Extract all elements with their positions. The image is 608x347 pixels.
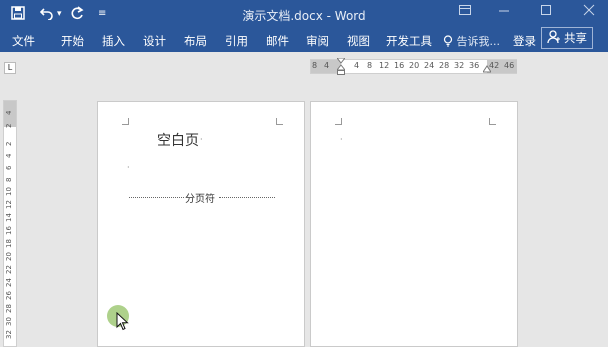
right-indent-marker-icon[interactable] [483, 65, 491, 73]
horizontal-ruler[interactable]: 8 4 4 8 12 16 20 24 28 32 36 42 46 [310, 58, 517, 76]
title-bar: ▾ ≡ 演示文档.docx - Word [0, 0, 608, 30]
lightbulb-icon [443, 35, 453, 47]
ruler-tick-label: 36 [469, 61, 480, 70]
page1-heading[interactable]: 空白页 [157, 130, 199, 150]
ribbon-tabs: 文件 开始 插入 设计 布局 引用 邮件 审阅 视图 开发工具 告诉我... 登… [0, 30, 608, 52]
ruler-tick-label: 20 [409, 61, 420, 70]
share-button[interactable]: 共享 [541, 27, 593, 49]
ruler-tick-label: 4 [354, 61, 360, 70]
ruler-tick-label: 28 [439, 61, 450, 70]
page-break-label: 分页符 [184, 190, 216, 205]
tab-mailings[interactable]: 邮件 [266, 33, 289, 49]
close-icon[interactable] [583, 4, 595, 20]
ruler-tick-label: 4 [5, 153, 13, 158]
minimize-icon[interactable] [498, 4, 510, 20]
mouse-pointer-icon [116, 312, 129, 331]
ribbon-display-options-icon[interactable] [459, 4, 471, 20]
tab-home[interactable]: 开始 [61, 33, 84, 49]
tab-developer[interactable]: 开发工具 [386, 33, 432, 49]
ruler-tick-label: 6 [5, 165, 13, 170]
ruler-tick-label: 24 [5, 278, 13, 287]
ruler-tick-label: 30 [5, 317, 13, 326]
crop-mark [276, 118, 283, 125]
vertical-ruler[interactable]: 4 2 2 4 6 8 10 12 14 16 18 20 22 24 26 2… [3, 100, 17, 347]
share-label: 共享 [564, 31, 587, 45]
ruler-tick-label: 12 [5, 200, 13, 209]
ruler-tick-label: 32 [5, 330, 13, 339]
ruler-tick-label: 32 [454, 61, 465, 70]
tell-me-label: 告诉我... [456, 35, 501, 48]
tell-me-box[interactable]: 告诉我... [443, 33, 500, 49]
crop-mark [335, 118, 342, 125]
crop-mark [122, 118, 129, 125]
ruler-tick-label: 4 [5, 110, 13, 115]
paragraph-mark: · [200, 135, 203, 144]
ruler-tick-label: 2 [5, 123, 13, 128]
window-title: 演示文档.docx - Word [242, 9, 366, 23]
ruler-tick-label: 8 [367, 61, 373, 70]
ruler-tick-label: 8 [5, 177, 13, 182]
maximize-icon[interactable] [540, 4, 552, 20]
ruler-tick-label: 2 [5, 141, 13, 146]
indent-marker-icon[interactable] [337, 58, 345, 76]
ruler-tick-label: 22 [5, 265, 13, 274]
ruler-tick-label: 16 [394, 61, 405, 70]
paragraph-mark: · [127, 163, 130, 172]
ruler-tick-label: 18 [5, 239, 13, 248]
login-link[interactable]: 登录 [513, 33, 536, 49]
ruler-tick-label: 12 [379, 61, 390, 70]
tab-references[interactable]: 引用 [225, 33, 248, 49]
ruler-tick-label: 16 [5, 226, 13, 235]
tab-stop-selector[interactable]: L [4, 62, 16, 74]
tab-review[interactable]: 审阅 [306, 33, 329, 49]
tab-design[interactable]: 设计 [143, 33, 166, 49]
ruler-tick-label: 14 [5, 213, 13, 222]
paragraph-mark: · [340, 135, 343, 144]
ruler-tick-label: 26 [5, 291, 13, 300]
tab-insert[interactable]: 插入 [102, 33, 125, 49]
person-icon [547, 28, 561, 48]
page-break[interactable]: 分页符 [129, 190, 275, 205]
tab-view[interactable]: 视图 [347, 33, 370, 49]
tab-file[interactable]: 文件 [12, 33, 35, 49]
ruler-tick-label: 4 [324, 61, 330, 70]
page-break-line [219, 197, 275, 198]
ruler-tick-label: 10 [5, 187, 13, 196]
ruler-tick-label: 46 [504, 61, 515, 70]
ruler-tick-label: 24 [424, 61, 435, 70]
page-break-line [129, 197, 184, 198]
ruler-tick-label: 20 [5, 252, 13, 261]
crop-mark [489, 118, 496, 125]
ruler-tick-label: 8 [312, 61, 318, 70]
ruler-tick-label: 28 [5, 304, 13, 313]
tab-layout[interactable]: 布局 [184, 33, 207, 49]
